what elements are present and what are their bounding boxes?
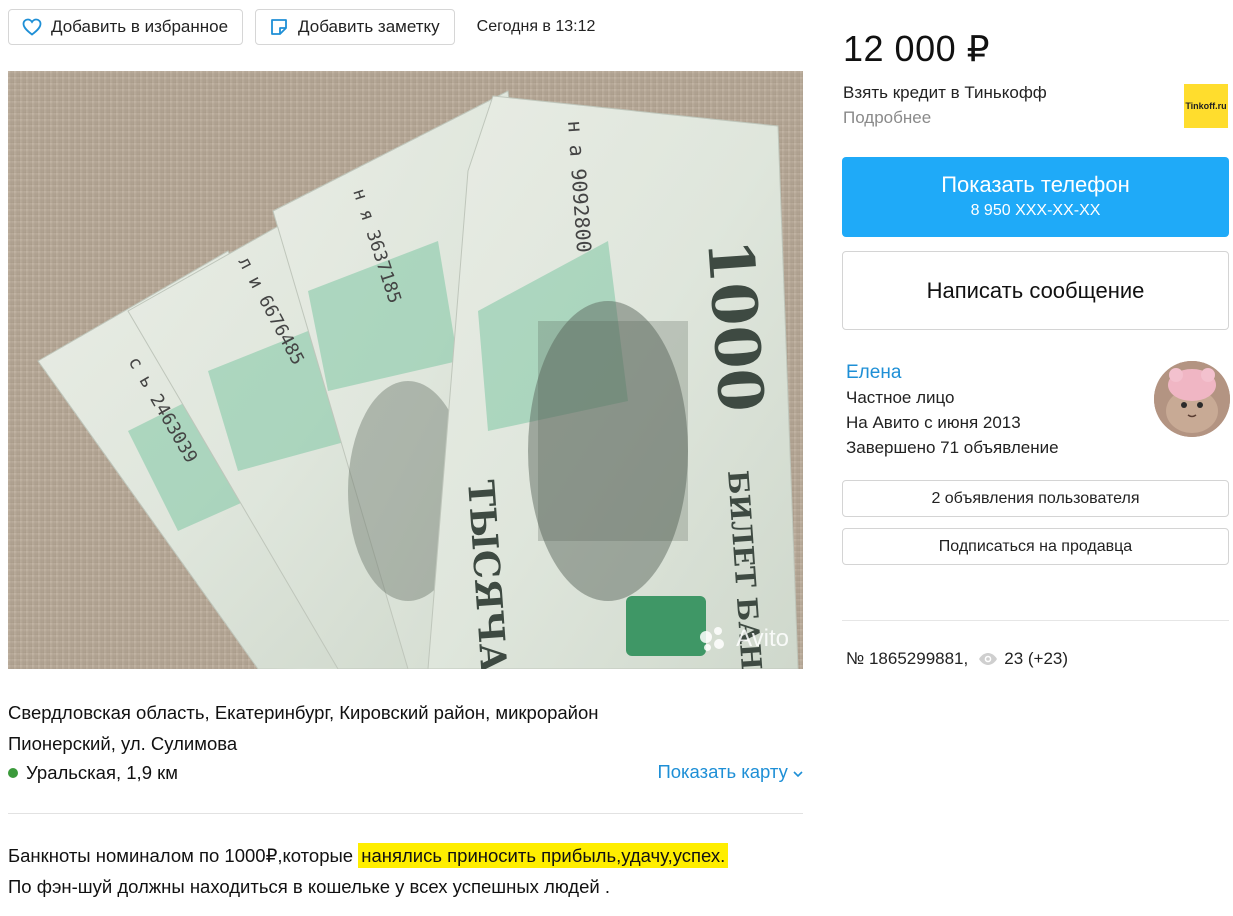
metro-station: Уральская, 1,9 км: [26, 762, 178, 783]
subscribe-seller-button[interactable]: Подписаться на продавца: [842, 528, 1229, 565]
address-line-2: Пионерский, ул. Сулимова: [8, 733, 238, 754]
ad-meta: № 1865299881, 23 (+23): [846, 649, 1068, 669]
show-phone-button[interactable]: Показать телефон 8 950 XXX-XX-XX: [842, 157, 1229, 237]
avito-watermark: Avito: [700, 625, 789, 653]
show-map-label: Показать карту: [657, 761, 788, 782]
description-line-1: Банкноты номиналом по 1000₽,которые наня…: [8, 840, 803, 871]
metro-row: Уральская, 1,9 км Показать карту: [8, 759, 803, 787]
add-note-button[interactable]: Добавить заметку: [255, 9, 455, 45]
add-to-favorites-label: Добавить в избранное: [51, 17, 229, 36]
watermark-text: Avito: [736, 625, 789, 652]
address-line-1: Свердловская область, Екатеринбург, Киро…: [8, 702, 599, 723]
ad-number: № 1865299881,: [846, 649, 969, 668]
seller-since: На Авито с июня 2013: [846, 413, 1021, 432]
show-map-link[interactable]: Показать карту: [657, 761, 803, 783]
note-icon: [268, 16, 290, 38]
credit-link[interactable]: Взять кредит в Тинькофф: [843, 83, 1047, 103]
metro-line-icon: [8, 768, 18, 778]
view-count: 23 (+23): [1004, 649, 1069, 668]
svg-text:1000: 1000: [693, 237, 778, 414]
description-text: Банкноты номиналом по 1000₽,которые: [8, 845, 359, 866]
seller-name-link[interactable]: Елена: [846, 362, 901, 384]
seller-completed: Завершено 71 объявление: [846, 438, 1059, 457]
avito-logo-icon: [700, 627, 730, 651]
tinkoff-logo-text: Tinkoff.ru: [1185, 101, 1227, 111]
user-ads-label: 2 объявления пользователя: [931, 489, 1140, 507]
show-phone-label: Показать телефон: [941, 172, 1130, 197]
tinkoff-logo[interactable]: Tinkoff.ru: [1184, 84, 1228, 128]
divider: [842, 620, 1229, 621]
listing-photo[interactable]: с ь 2463039 л и 6676485 н я 3637185 н а …: [8, 71, 803, 669]
divider: [8, 813, 803, 814]
write-message-label: Написать сообщение: [926, 277, 1145, 303]
description: Банкноты номиналом по 1000₽,которые наня…: [8, 840, 803, 902]
price: 12 000 ₽: [843, 28, 991, 69]
banknote-4: н а 9092800 1000 БИЛЕТ БАНКА ТЫСЯЧА: [427, 95, 799, 669]
publish-date: Сегодня в 13:12: [476, 18, 596, 35]
write-message-button[interactable]: Написать сообщение: [842, 251, 1229, 330]
eye-icon: [978, 652, 998, 666]
add-to-favorites-button[interactable]: Добавить в избранное: [8, 9, 244, 45]
seller-avatar[interactable]: [1154, 361, 1230, 437]
description-highlight: нанялись приносить прибыль,удачу,успех.: [358, 843, 729, 868]
chevron-down-icon: [793, 761, 803, 782]
top-action-bar: Добавить в избранное Добавить заметку Се…: [8, 9, 595, 45]
user-ads-button[interactable]: 2 объявления пользователя: [842, 480, 1229, 517]
phone-number-masked: 8 950 XXX-XX-XX: [970, 202, 1101, 219]
add-note-label: Добавить заметку: [298, 17, 440, 36]
subscribe-seller-label: Подписаться на продавца: [938, 537, 1133, 555]
description-line-2: По фэн-шуй должны находиться в кошельке …: [8, 876, 610, 897]
credit-more-link[interactable]: Подробнее: [843, 108, 931, 128]
address: Свердловская область, Екатеринбург, Киро…: [8, 697, 803, 759]
seller-type: Частное лицо: [846, 388, 955, 407]
heart-icon: [21, 16, 43, 38]
